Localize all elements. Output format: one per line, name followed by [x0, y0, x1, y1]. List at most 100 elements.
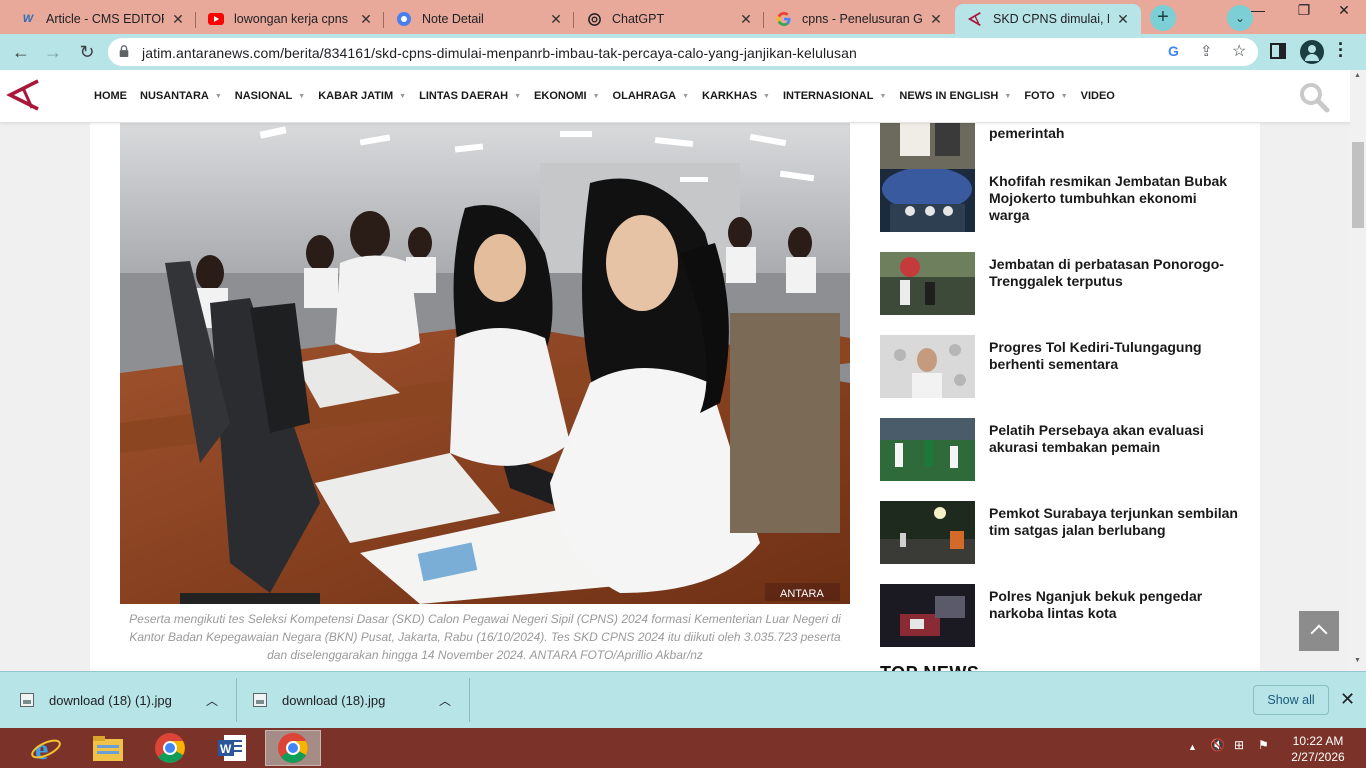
tab-youtube[interactable]: lowongan kerja cpns 20 ✕ — [196, 4, 384, 34]
chevron-up-icon[interactable]: ︿ — [439, 692, 451, 709]
show-all-button[interactable]: Show all — [1253, 685, 1329, 715]
bookmark-star-icon[interactable]: ☆ — [1232, 41, 1246, 61]
list-item[interactable]: Pelatih Persebaya akan evaluasi akurasi … — [880, 418, 1240, 482]
cms-icon: W — [22, 13, 34, 25]
word-icon[interactable]: W — [204, 730, 260, 766]
new-tab-button[interactable]: + — [1150, 5, 1176, 31]
close-icon[interactable]: ✕ — [1115, 11, 1131, 28]
scroll-down-icon[interactable]: ▼ — [1354, 657, 1361, 664]
antara-icon — [967, 11, 983, 27]
nav-video[interactable]: VIDEO — [1081, 90, 1115, 102]
nav-nasional[interactable]: NASIONAL ▼ — [235, 90, 305, 102]
antara-logo[interactable] — [6, 78, 42, 114]
news-thumbnail[interactable] — [880, 501, 975, 564]
kebab-menu-icon[interactable]: · · · — [1338, 35, 1344, 65]
news-thumbnail[interactable] — [880, 584, 975, 647]
close-icon[interactable]: ✕ — [1340, 689, 1355, 710]
url-text[interactable]: jatim.antaranews.com/berita/834161/skd-c… — [142, 45, 857, 61]
scroll-up-icon[interactable]: ▲ — [1354, 72, 1361, 79]
news-thumbnail[interactable] — [880, 169, 975, 232]
news-title[interactable]: Pemkot Surabaya terjunkan sembilan tim s… — [989, 505, 1239, 539]
nav-foto[interactable]: FOTO ▼ — [1024, 90, 1067, 102]
openai-icon — [586, 11, 602, 27]
nav-nusantara[interactable]: NUSANTARA ▼ — [140, 90, 222, 102]
share-icon[interactable]: ⇪ — [1200, 42, 1213, 60]
caret-down-icon: ▼ — [682, 92, 690, 100]
tab-antara-active[interactable]: SKD CPNS dimulai, Men ✕ — [955, 4, 1141, 34]
profile-avatar-icon[interactable] — [1300, 40, 1324, 64]
chevron-up-icon[interactable]: ︿ — [206, 692, 218, 709]
network-icon[interactable]: ⊞ — [1234, 738, 1244, 752]
list-item[interactable]: Progres Tol Kediri-Tulungagung berhenti … — [880, 335, 1240, 399]
list-item[interactable]: Jembatan di perbatasan Ponorogo-Trenggal… — [880, 252, 1240, 316]
scrollbar-thumb[interactable] — [1352, 142, 1364, 228]
page-scrollbar[interactable]: ▲ ▼ — [1350, 70, 1366, 671]
news-title[interactable]: Polres Nganjuk bekuk pengedar narkoba li… — [989, 588, 1239, 622]
image-file-icon — [253, 693, 267, 707]
close-icon[interactable]: ✕ — [170, 11, 186, 28]
download-filename[interactable]: download (18).jpg — [282, 693, 385, 708]
internet-explorer-icon[interactable]: e — [18, 730, 74, 766]
main-nav: HOME NUSANTARA ▼ NASIONAL ▼ KABAR JATIM ▼ L… — [94, 90, 1128, 102]
nav-home[interactable]: HOME — [94, 90, 127, 102]
svg-text:W: W — [220, 742, 232, 756]
news-thumbnail[interactable] — [880, 252, 975, 315]
restore-icon[interactable]: ❐ — [1284, 0, 1324, 22]
download-item[interactable]: download (18) (1).jpg ︿ — [0, 672, 236, 728]
system-clock[interactable]: 10:22 AM 2/27/2026 — [1283, 733, 1353, 765]
tab-chatgpt[interactable]: ChatGPT ✕ — [574, 4, 764, 34]
forward-arrow-icon[interactable]: → — [40, 40, 66, 64]
tab-title: Article - CMS EDITOR — [46, 12, 164, 26]
antara-watermark: ANTARA — [780, 588, 824, 600]
list-item[interactable]: Pemkot Surabaya terjunkan sembilan tim s… — [880, 501, 1240, 565]
news-title[interactable]: Khofifah resmikan Jembatan Bubak Mojoker… — [989, 173, 1239, 224]
side-panel-icon[interactable] — [1270, 43, 1286, 59]
article-photo[interactable]: ANTARA — [120, 123, 850, 604]
reload-icon[interactable]: ↻ — [74, 40, 100, 64]
nav-internasional[interactable]: INTERNASIONAL ▼ — [783, 90, 886, 102]
action-center-icon[interactable]: ⚑ — [1258, 738, 1269, 752]
close-icon[interactable]: ✕ — [738, 11, 754, 28]
nav-ekonomi[interactable]: EKONOMI ▼ — [534, 90, 600, 102]
news-title[interactable]: Progres Tol Kediri-Tulungagung berhenti … — [989, 339, 1239, 373]
nav-olahraga[interactable]: OLAHRAGA ▼ — [613, 90, 690, 102]
window-close-icon[interactable]: ✕ — [1324, 0, 1364, 22]
chrome-active-icon[interactable] — [265, 730, 321, 766]
close-icon[interactable]: ✕ — [928, 11, 944, 28]
caret-down-icon: ▼ — [1060, 92, 1068, 100]
back-arrow-icon[interactable]: ← — [8, 40, 34, 64]
news-thumbnail[interactable] — [880, 418, 975, 481]
list-item[interactable]: Khofifah resmikan Jembatan Bubak Mojoker… — [880, 169, 1240, 233]
tab-title: Note Detail — [422, 12, 484, 26]
file-explorer-icon[interactable] — [80, 730, 136, 766]
nav-lintas-daerah[interactable]: LINTAS DAERAH ▼ — [419, 90, 521, 102]
tab-cms-editor[interactable]: W Article - CMS EDITOR ✕ — [8, 4, 196, 34]
download-filename[interactable]: download (18) (1).jpg — [49, 693, 172, 708]
volume-muted-icon[interactable]: 🔇 — [1210, 738, 1225, 752]
news-thumbnail[interactable] — [880, 335, 975, 398]
address-bar[interactable]: jatim.antaranews.com/berita/834161/skd-c… — [108, 38, 1258, 66]
tab-note-detail[interactable]: Note Detail ✕ — [384, 4, 574, 34]
close-icon[interactable]: ✕ — [548, 11, 564, 28]
scroll-to-top-button[interactable] — [1299, 611, 1339, 651]
news-title[interactable]: Pelatih Persebaya akan evaluasi akurasi … — [989, 422, 1239, 456]
clock-date: 2/27/2026 — [1291, 750, 1345, 764]
search-icon[interactable] — [1298, 81, 1330, 113]
close-icon[interactable]: ✕ — [358, 11, 374, 28]
news-title[interactable]: Jembatan di perbatasan Ponorogo-Trenggal… — [989, 256, 1239, 290]
google-icon — [776, 11, 792, 27]
list-item[interactable]: Polres Nganjuk bekuk pengedar narkoba li… — [880, 584, 1240, 648]
nav-karkhas[interactable]: KARKHAS ▼ — [702, 90, 770, 102]
google-lens-icon[interactable]: G — [1168, 43, 1179, 59]
caret-down-icon: ▼ — [514, 92, 522, 100]
tab-google-search[interactable]: cpns - Penelusuran Goo ✕ — [764, 4, 954, 34]
chrome-icon[interactable] — [142, 730, 198, 766]
news-title[interactable]: pemerintah — [989, 125, 1239, 142]
tray-expand-icon[interactable]: ▲ — [1188, 742, 1197, 752]
minimize-icon[interactable]: — — [1238, 0, 1278, 22]
nav-news-in-english[interactable]: NEWS IN ENGLISH ▼ — [899, 90, 1011, 102]
lock-icon[interactable] — [118, 45, 130, 57]
nav-kabar-jatim[interactable]: KABAR JATIM ▼ — [318, 90, 406, 102]
image-file-icon — [20, 693, 34, 707]
download-item[interactable]: download (18).jpg ︿ — [233, 672, 469, 728]
